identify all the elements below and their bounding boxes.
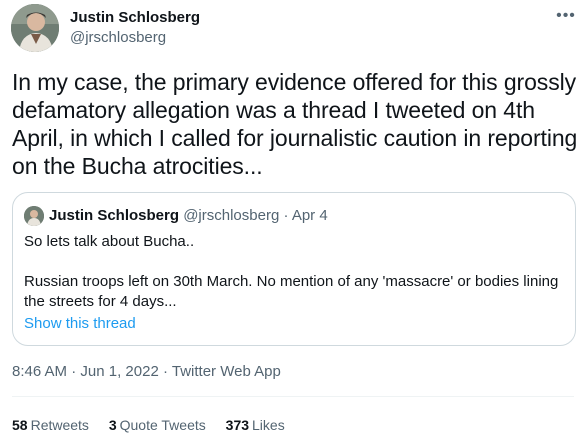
tweet-meta: 8:46 AM · Jun 1, 2022 · Twitter Web App — [12, 362, 281, 382]
likes-stat[interactable]: 373 Likes — [226, 416, 285, 434]
quote-line-2: Russian troops left on 30th March. No me… — [24, 273, 559, 310]
author-handle[interactable]: @jrschlosberg — [70, 28, 166, 48]
quote-separator: · — [283, 207, 289, 224]
tweet-source[interactable]: Twitter Web App — [172, 363, 281, 380]
quote-author-handle: @jrschlosberg — [183, 207, 280, 224]
avatar[interactable] — [11, 4, 59, 52]
tweet-stats: 58 Retweets 3 Quote Tweets 373 Likes — [12, 416, 301, 434]
quote-tweets-label: Quote Tweets — [119, 417, 206, 433]
meta-separator-1: · — [71, 363, 77, 380]
quote-date: Apr 4 — [291, 207, 328, 224]
meta-separator-2: · — [162, 363, 168, 380]
more-options-button[interactable]: ••• — [556, 7, 576, 29]
tweet-date[interactable]: Jun 1, 2022 — [80, 363, 158, 380]
quoted-tweet[interactable]: Justin Schlosberg @jrschlosberg · Apr 4 … — [12, 192, 576, 346]
quote-avatar — [24, 206, 44, 226]
tweet-text: In my case, the primary evidence offered… — [12, 69, 578, 179]
quote-author-name: Justin Schlosberg — [49, 207, 180, 224]
quote-tweets-count: 3 — [108, 417, 117, 433]
likes-count: 373 — [225, 417, 250, 433]
retweets-count: 58 — [12, 417, 28, 433]
quote-line-1: So lets talk about Bucha.. — [24, 233, 195, 250]
more-horizontal-icon: ••• — [556, 7, 576, 24]
divider — [12, 396, 574, 397]
show-thread-link[interactable]: Show this thread — [24, 314, 136, 334]
avatar-photo — [11, 4, 59, 52]
quote-tweets-stat[interactable]: 3 Quote Tweets — [109, 416, 206, 434]
quote-avatar-photo — [24, 206, 44, 226]
tweet-time[interactable]: 8:46 AM — [12, 363, 67, 380]
retweets-label: Retweets — [30, 417, 89, 433]
retweets-stat[interactable]: 58 Retweets — [12, 416, 89, 434]
quote-text: So lets talk about Bucha.. Russian troop… — [24, 232, 564, 312]
author-name[interactable]: Justin Schlosberg — [70, 8, 200, 28]
likes-label: Likes — [252, 417, 285, 433]
quote-header: Justin Schlosberg @jrschlosberg · Apr 4 — [49, 206, 328, 226]
